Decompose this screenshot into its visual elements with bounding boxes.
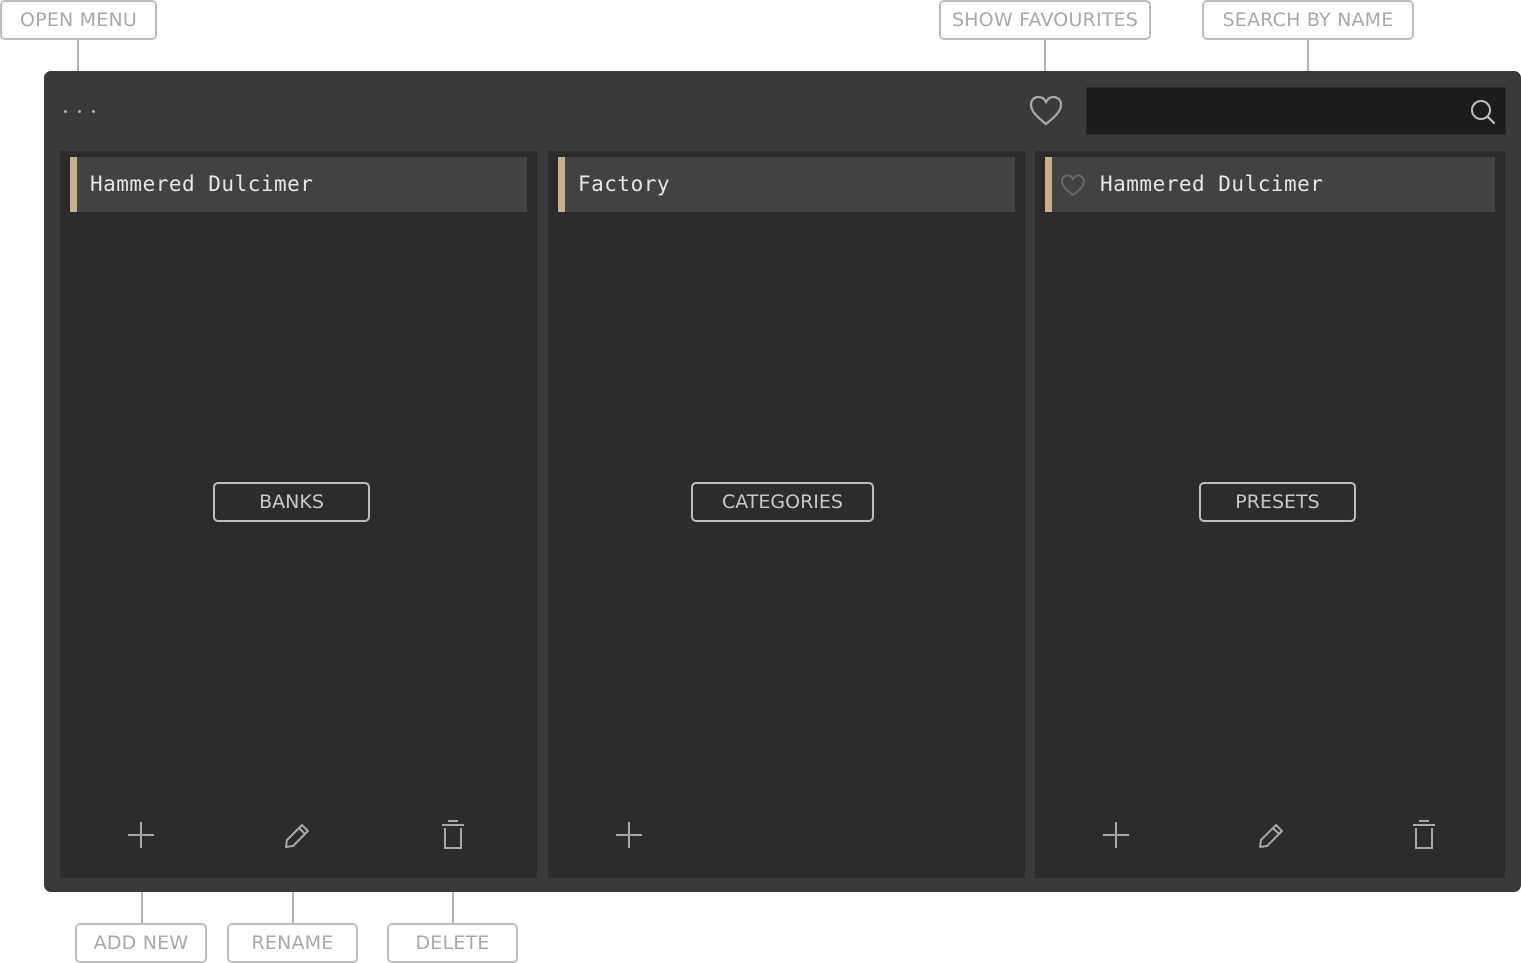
pencil-icon bbox=[285, 824, 309, 848]
selection-accent bbox=[70, 157, 77, 212]
categories-panel: Factory CATEGORIES bbox=[548, 151, 1025, 878]
callout-delete: DELETE bbox=[387, 923, 518, 963]
banks-panel: Hammered Dulcimer BANKS bbox=[60, 151, 537, 878]
callout-show-favourites: SHOW FAVOURITES bbox=[939, 0, 1151, 40]
selection-accent bbox=[558, 157, 565, 212]
selection-accent bbox=[1045, 157, 1052, 212]
heart-icon[interactable] bbox=[1060, 173, 1086, 197]
trash-icon bbox=[442, 820, 464, 849]
add-new-button[interactable] bbox=[1098, 817, 1134, 853]
pencil-icon bbox=[1259, 824, 1283, 848]
callout-search-by-name: SEARCH BY NAME bbox=[1202, 0, 1414, 40]
delete-button[interactable] bbox=[1406, 817, 1442, 853]
presets-panel: Hammered Dulcimer PRESETS bbox=[1035, 151, 1505, 878]
rename-button[interactable] bbox=[278, 817, 314, 853]
list-item-selected[interactable]: Hammered Dulcimer bbox=[70, 157, 527, 212]
plus-icon bbox=[1103, 822, 1129, 848]
list-item-selected[interactable]: Hammered Dulcimer bbox=[1045, 157, 1495, 212]
add-new-button[interactable] bbox=[123, 817, 159, 853]
panel-label-presets: PRESETS bbox=[1199, 482, 1356, 522]
plus-icon bbox=[616, 822, 642, 848]
trash-icon bbox=[1413, 820, 1435, 849]
list-item-label: Factory bbox=[578, 172, 671, 196]
list-item-label: Hammered Dulcimer bbox=[90, 172, 314, 196]
panel-label-banks: BANKS bbox=[213, 482, 370, 522]
heart-icon[interactable] bbox=[1028, 93, 1064, 129]
ellipsis-icon[interactable] bbox=[62, 103, 98, 119]
panel-label-categories: CATEGORIES bbox=[691, 482, 874, 522]
search-icon[interactable] bbox=[1469, 98, 1497, 126]
callout-open-menu: OPEN MENU bbox=[0, 0, 157, 40]
list-item-selected[interactable]: Factory bbox=[558, 157, 1015, 212]
list-item-label: Hammered Dulcimer bbox=[1100, 172, 1324, 196]
rename-button[interactable] bbox=[1252, 817, 1288, 853]
add-new-button[interactable] bbox=[611, 817, 647, 853]
preset-browser-window: Hammered Dulcimer BANKS Factory CATEGORI… bbox=[44, 71, 1521, 892]
search-input[interactable] bbox=[1097, 88, 1461, 136]
callout-add-new: ADD NEW bbox=[75, 923, 207, 963]
delete-button[interactable] bbox=[435, 817, 471, 853]
callout-rename: RENAME bbox=[227, 923, 358, 963]
plus-icon bbox=[128, 822, 154, 848]
search-field[interactable] bbox=[1086, 87, 1506, 136]
